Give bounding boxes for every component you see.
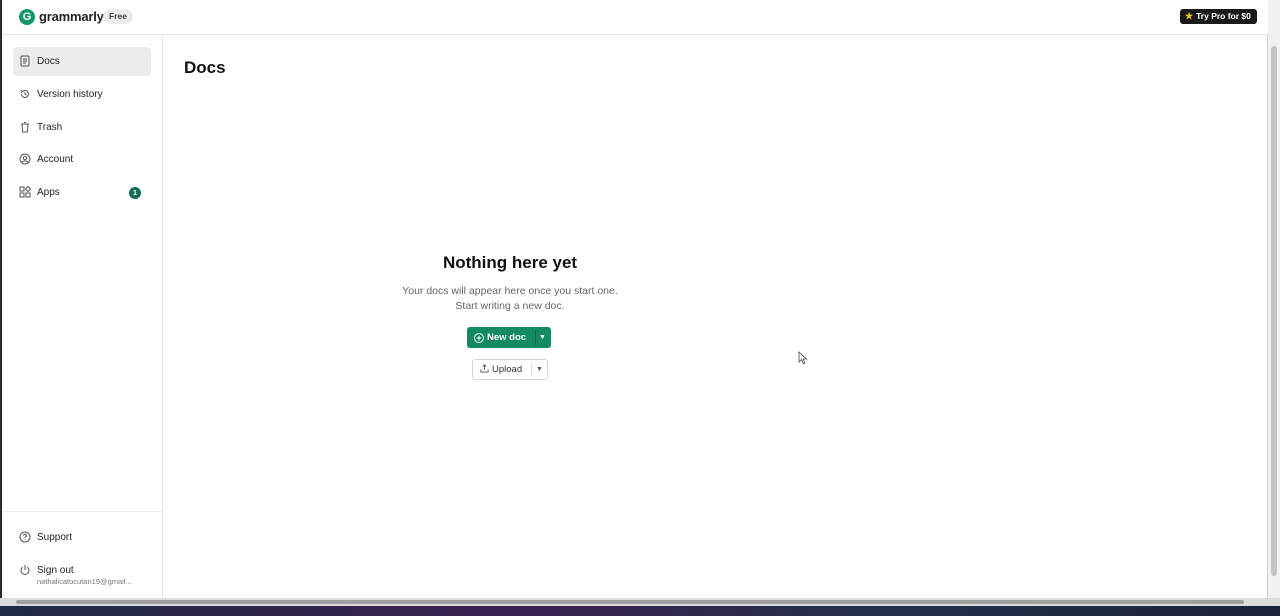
upload-label: Upload [492, 364, 523, 375]
mouse-cursor-icon [798, 351, 808, 365]
new-doc-dropdown-caret-icon[interactable]: ▼ [539, 327, 546, 348]
button-separator [531, 363, 532, 376]
support-link[interactable]: Support [13, 523, 151, 552]
sidebar-item-apps[interactable]: Apps 1 [13, 178, 151, 207]
new-doc-label: New doc [487, 332, 527, 343]
page-title: Docs [184, 58, 226, 77]
button-separator [535, 330, 536, 345]
sidebar-item-label: Docs [37, 56, 60, 67]
history-icon [20, 89, 29, 98]
help-icon [19, 531, 31, 543]
logo-text[interactable]: grammarly [39, 9, 104, 24]
upload-dropdown-caret-icon[interactable]: ▼ [536, 360, 543, 379]
upload-button[interactable]: Upload [473, 360, 531, 379]
upload-icon [480, 364, 489, 373]
sidebar-item-version-history[interactable]: Version history [13, 80, 151, 109]
sidebar-item-docs[interactable]: Docs [13, 47, 151, 76]
vertical-scrollbar[interactable] [1268, 0, 1280, 598]
plan-badge: Free [103, 9, 133, 24]
sign-out-label: Sign out [37, 565, 74, 576]
doc-icon [20, 55, 30, 67]
sidebar-item-trash[interactable]: Trash [13, 113, 151, 142]
sidebar: Docs Version history Trash Account Apps … [2, 36, 163, 598]
scrollbar-thumb[interactable] [1271, 46, 1277, 576]
grammarly-logo-icon[interactable]: G [19, 9, 35, 25]
apps-icon [19, 186, 31, 198]
empty-state-message: Your docs will appear here once you star… [352, 284, 668, 314]
upload-split-button: Upload ▼ [472, 359, 548, 380]
try-pro-label: Try Pro for $0 [1196, 11, 1251, 21]
sidebar-item-label: Trash [37, 122, 63, 133]
sidebar-item-label: Apps [37, 187, 60, 198]
sidebar-item-account[interactable]: Account [13, 145, 151, 174]
trash-icon [21, 122, 29, 133]
star-icon: ★ [1185, 11, 1194, 21]
desktop-background [0, 606, 1280, 616]
sidebar-item-label: Version history [37, 89, 103, 100]
empty-state: Nothing here yet Your docs will appear h… [352, 253, 668, 314]
new-doc-split-button: + New doc ▼ [467, 327, 551, 348]
empty-state-line: Start writing a new doc. [455, 300, 565, 312]
apps-count-badge: 1 [129, 187, 141, 199]
sidebar-divider [2, 511, 162, 512]
new-doc-button[interactable]: + New doc [467, 327, 535, 348]
top-bar: G grammarly Free ★ Try Pro for $0 [2, 0, 1268, 35]
empty-state-line: Your docs will appear here once you star… [402, 285, 618, 297]
app-window: G grammarly Free ★ Try Pro for $0 Docs Ve… [2, 0, 1268, 598]
horizontal-scrollbar[interactable] [0, 598, 1280, 606]
try-pro-button[interactable]: ★ Try Pro for $0 [1180, 9, 1257, 24]
sidebar-item-label: Account [37, 154, 74, 165]
empty-state-title: Nothing here yet [442, 253, 578, 272]
scrollbar-thumb[interactable] [16, 600, 1244, 604]
power-icon [20, 565, 30, 575]
support-label: Support [37, 532, 73, 543]
account-email: nathalicatocutan19@gmail... [37, 577, 132, 586]
plus-circle-icon: + [474, 333, 484, 343]
account-icon [19, 153, 31, 165]
